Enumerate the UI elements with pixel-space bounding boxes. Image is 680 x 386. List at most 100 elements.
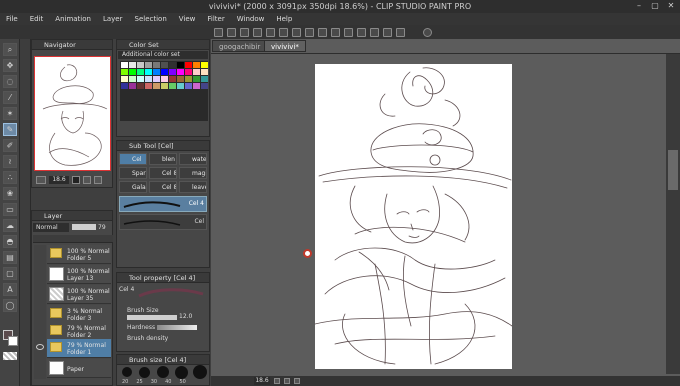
color-swatch[interactable] [161,83,168,89]
fill-icon[interactable] [253,27,262,37]
ruler-icon[interactable] [331,27,340,37]
color-swatch[interactable] [129,62,136,68]
menu-selection[interactable]: Selection [129,15,173,23]
color-swatch[interactable] [185,83,192,89]
vertical-scrollbar[interactable] [666,54,680,374]
opacity-slider[interactable] [72,224,96,230]
camera-icon[interactable] [370,27,379,37]
color-swatch[interactable] [129,76,136,82]
brush-preset-selected[interactable]: Cel 4 [119,196,207,212]
color-swatch[interactable] [137,62,144,68]
sub-tool-item[interactable]: water [179,153,207,165]
deselect-icon[interactable] [279,27,288,37]
sub-color-swatch[interactable] [8,336,18,346]
grid-icon[interactable] [344,27,353,37]
sub-tool-item[interactable]: Cel 8 [149,181,177,193]
color-swatch[interactable] [169,83,176,89]
color-swatch[interactable] [169,69,176,75]
color-swatch[interactable] [193,69,200,75]
snap-icon[interactable] [318,27,327,37]
eyedropper-tool-icon[interactable]: ⁄ [3,91,17,104]
pen-tool-icon[interactable]: ✎ [3,123,17,136]
brush-preset[interactable]: Cel [119,214,207,230]
blend-tool-icon[interactable]: ☁ [3,219,17,232]
tab-googachibir[interactable]: googachibir [212,40,268,52]
menu-view[interactable]: View [173,15,202,23]
brush-size-value[interactable]: 12.0 [179,313,192,320]
undo-icon[interactable] [214,27,223,37]
brush-size-dot[interactable] [157,366,169,378]
canvas-paper[interactable] [314,64,513,369]
color-set-select[interactable]: Additional color set [118,51,208,59]
menu-filter[interactable]: Filter [201,15,230,23]
color-swatch[interactable] [193,62,200,68]
zoom-out-icon[interactable] [36,176,46,184]
color-swatch[interactable] [137,76,144,82]
color-swatch[interactable] [153,62,160,68]
magic-wand-tool-icon[interactable]: ✶ [3,107,17,120]
minimize-button[interactable]: – [632,1,646,11]
color-swatch[interactable] [201,83,208,89]
pencil-tool-icon[interactable]: ✐ [3,139,17,152]
menu-help[interactable]: Help [270,15,298,23]
color-swatch[interactable] [129,69,136,75]
pen-icon[interactable] [396,27,405,37]
color-swatch-grid[interactable] [120,61,208,121]
brush-size-slider[interactable] [127,315,177,320]
status-rotate-icon[interactable] [294,378,300,384]
move-tool-icon[interactable]: ✥ [3,59,17,72]
color-icon[interactable] [357,27,366,37]
sub-tool-item[interactable]: Cel [119,153,147,165]
gradient-tool-icon[interactable]: ▤ [3,251,17,264]
eye-icon[interactable] [36,344,44,350]
color-swatch[interactable] [137,69,144,75]
layer-row[interactable]: 100 % Normal Layer 35 [47,285,111,304]
color-swatch[interactable] [153,76,160,82]
close-button[interactable]: ✕ [664,1,678,11]
balloon-tool-icon[interactable]: ◯ [3,299,17,312]
airbrush-tool-icon[interactable]: ∴ [3,171,17,184]
fill-tool-icon[interactable]: ◓ [3,235,17,248]
blend-mode-select[interactable]: Normal [33,223,69,232]
eraser-tool-icon[interactable]: ▭ [3,203,17,216]
color-swatch[interactable] [161,76,168,82]
color-swatch[interactable] [201,76,208,82]
color-swatch[interactable] [161,62,168,68]
menu-layer[interactable]: Layer [97,15,129,23]
layer-row[interactable]: 100 % Normal Folder 5 [47,245,111,264]
brush-size-dot[interactable] [122,367,132,377]
color-swatch[interactable] [177,62,184,68]
fit-icon[interactable] [83,176,91,184]
color-swatch[interactable] [121,69,128,75]
color-swatch[interactable] [185,76,192,82]
color-swatch[interactable] [153,83,160,89]
color-swatch[interactable] [185,69,192,75]
decoration-tool-icon[interactable]: ❀ [3,187,17,200]
color-swatch[interactable] [169,76,176,82]
color-swatch[interactable] [121,76,128,82]
status-zoom-value[interactable]: 18.6 [254,377,270,385]
text-tool-icon[interactable]: A [3,283,17,296]
color-swatch[interactable] [161,69,168,75]
brush-size-dot[interactable] [139,367,150,378]
navigator-zoom-value[interactable]: 18.6 [49,176,69,184]
color-swatch[interactable] [121,83,128,89]
rotate-icon[interactable] [94,176,102,184]
sub-tool-item[interactable]: Cel 8 [149,167,177,179]
color-swatch[interactable] [193,83,200,89]
zoom-tool-icon[interactable]: ⌕ [3,43,17,56]
opacity-value[interactable]: 79 [98,223,112,232]
hardness-slider[interactable] [157,325,197,330]
color-swatch[interactable] [145,69,152,75]
clear-icon[interactable] [240,27,249,37]
color-swatch[interactable] [137,83,144,89]
color-swatch[interactable] [129,83,136,89]
maximize-button[interactable]: ▢ [648,1,662,11]
color-swatch[interactable] [185,62,192,68]
color-swatch[interactable] [201,62,208,68]
figure-tool-icon[interactable]: ▢ [3,267,17,280]
zoom-in-icon[interactable] [72,176,80,184]
crop-icon[interactable] [292,27,301,37]
color-swatch[interactable] [153,69,160,75]
brush-size-dot[interactable] [175,366,188,379]
